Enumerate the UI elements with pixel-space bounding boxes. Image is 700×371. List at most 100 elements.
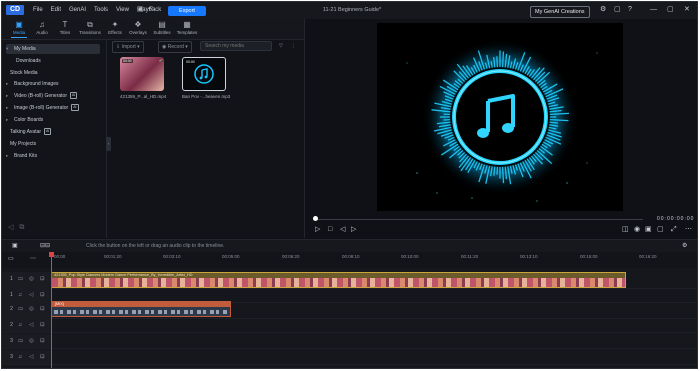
visibility-icon[interactable]: ◎	[29, 337, 34, 345]
sidebar-item-video-generator[interactable]: ▸ Video (B-roll) Generator AI	[6, 91, 100, 101]
ruler-tick: 00:06:20	[282, 254, 300, 259]
tab-overlays[interactable]: ❖ Overlays	[127, 20, 149, 38]
track-header: 1 ♫ ◁ ⊡	[2, 288, 52, 302]
record-button[interactable]: ◉ Record ▾	[158, 41, 192, 53]
ai-badge-icon: AI	[44, 128, 52, 136]
sidebar-add-icon[interactable]: ◁	[8, 224, 13, 231]
more-icon[interactable]: ⋯	[30, 254, 36, 264]
playhead[interactable]	[49, 252, 54, 368]
lock-icon[interactable]: ⊡	[40, 321, 45, 329]
notification-icon[interactable]: ▢	[614, 5, 621, 15]
previous-frame-icon[interactable]: ◁	[340, 225, 345, 235]
lock-icon[interactable]: ⊡	[40, 291, 45, 299]
sidebar-item-my-media[interactable]: ▾ My Media	[6, 44, 100, 54]
sidebar-item-downloads[interactable]: Downloads	[6, 56, 110, 66]
menu-file[interactable]: File	[29, 2, 47, 19]
effects-icon: ✦	[111, 20, 119, 29]
music-icon: ♫	[39, 20, 45, 29]
sidebar-item-brand-kits[interactable]: ▸ Brand Kits	[6, 151, 100, 161]
play-icon[interactable]: ▷	[315, 225, 320, 235]
genai-creations-button[interactable]: My GenAI Creations	[530, 6, 590, 18]
tab-effects[interactable]: ✦ Effects	[104, 20, 126, 38]
overlays-icon: ❖	[134, 20, 142, 29]
timeline-settings-icon[interactable]: ⚙	[682, 241, 687, 251]
ai-badge-icon: AI	[71, 104, 79, 112]
menu-tools[interactable]: Tools	[90, 2, 112, 19]
fullscreen-icon[interactable]: ⤢	[671, 225, 677, 235]
visibility-icon[interactable]: ◎	[29, 305, 34, 313]
sidebar-item-my-projects[interactable]: My Projects	[6, 139, 104, 149]
filter-icon[interactable]: ▽	[276, 41, 286, 51]
tab-transitions[interactable]: ⧉ Transitions	[79, 20, 101, 38]
tab-titles[interactable]: T Titles	[54, 20, 76, 38]
video-clip[interactable]: 421359_Pop Style Dancers Modern Dance Pe…	[51, 272, 626, 288]
volume-icon[interactable]: ◉	[634, 225, 640, 235]
track-header: 3 ♫ ◁ ⊡	[2, 350, 52, 364]
mute-icon[interactable]: ◁	[29, 291, 33, 299]
external-display-icon[interactable]: ▢	[657, 225, 664, 235]
sidebar-item-background-images[interactable]: ▸ Background Images	[6, 79, 100, 89]
visualizer-ray	[496, 56, 499, 68]
menu-edit[interactable]: Edit	[47, 2, 65, 19]
next-frame-icon[interactable]: ▷	[351, 225, 356, 235]
ruler-tick: 00:08:10	[342, 254, 360, 259]
audio-thumbnail: 00:00	[182, 57, 226, 91]
help-icon[interactable]: ?	[628, 5, 632, 15]
snapshot-icon[interactable]: ◫	[622, 225, 629, 235]
track-header: 2 ♫ ◁ ⊡	[2, 318, 52, 332]
lock-icon[interactable]: ⊡	[40, 353, 45, 361]
preview-panel: 00:00:00:00 ▷ □ ◁ ▷ ◫ ◉ ▣ ▢ ⤢ ⋯	[305, 19, 697, 238]
scrubber-handle[interactable]	[313, 216, 318, 221]
visibility-icon[interactable]: ◎	[29, 275, 34, 283]
media-item-video[interactable]: 00:00 ✔ 421359_P...al_HD.mp4	[120, 57, 166, 99]
media-item-audio[interactable]: 00:00 Ban Pov -...heaven.mp3	[182, 57, 230, 99]
preview-more-icon[interactable]: ⋯	[685, 225, 692, 235]
collapse-panel-button[interactable]: ‹	[106, 137, 111, 151]
lock-icon[interactable]: ⊡	[40, 337, 45, 345]
tab-media[interactable]: ▣ Media	[8, 20, 30, 38]
settings-icon[interactable]: ⚙	[600, 5, 606, 15]
menu-genai[interactable]: GenAI	[65, 2, 90, 19]
media-icon: ▣	[15, 20, 23, 29]
stop-icon[interactable]: □	[328, 225, 332, 235]
undo-icon[interactable]: ↶	[148, 5, 154, 15]
sidebar-item-image-generator[interactable]: ▸ Image (B-roll) Generator AI	[6, 103, 100, 113]
tab-templates[interactable]: ▦ Templates	[176, 20, 198, 38]
close-icon[interactable]: ✕	[684, 5, 690, 15]
visualizer-ray	[549, 121, 558, 124]
ruler-tick: 00:10:00	[401, 254, 419, 259]
save-icon[interactable]: ▣	[137, 5, 144, 15]
sidebar-menu-icon[interactable]: ⧉	[19, 224, 24, 231]
tab-subtitles[interactable]: ▤ Subtitles	[151, 20, 173, 38]
export-button[interactable]: Export	[168, 6, 206, 16]
display-quality-icon[interactable]: ▣	[645, 225, 652, 235]
ruler-tick: 00:11:20	[461, 254, 479, 259]
mute-icon[interactable]: ◁	[29, 321, 33, 329]
maximize-icon[interactable]: ▢	[667, 5, 674, 15]
track-audio-2[interactable]: 2 ♫ ◁ ⊡	[2, 318, 697, 333]
search-input[interactable]	[200, 41, 272, 51]
sidebar-item-color-boards[interactable]: ▸ Color Boards	[6, 115, 100, 125]
lock-icon[interactable]: ⊡	[40, 305, 45, 313]
sidebar-item-stock-media[interactable]: Stock Media	[6, 68, 104, 78]
minimize-icon[interactable]: —	[650, 5, 657, 15]
timecode-display: 00:00:00:00	[657, 216, 695, 222]
app-logo: CD	[6, 5, 24, 15]
mute-icon[interactable]: ◁	[29, 353, 33, 361]
split-icon[interactable]: ⊟⊟	[40, 241, 50, 251]
track-manager-icon[interactable]: ▣	[12, 241, 18, 251]
audio-clip[interactable]: [MIX]	[51, 301, 231, 317]
import-button[interactable]: ⇩ Import ▾	[112, 41, 144, 53]
sidebar-item-talking-avatar[interactable]: Talking Avatar AI	[6, 127, 104, 137]
playback-scrubber[interactable]	[313, 219, 643, 220]
track-audio-3[interactable]: 3 ♫ ◁ ⊡	[2, 350, 697, 365]
media-sidebar: ▾ My Media Downloads Stock Media ▸ Backgro…	[2, 40, 107, 238]
track-video-3[interactable]: 3 ▭ ◎ ⊡	[2, 334, 697, 349]
add-track-icon[interactable]: ▭	[8, 254, 14, 264]
more-icon[interactable]: ⋮	[288, 41, 299, 51]
lock-icon[interactable]: ⊡	[40, 275, 45, 283]
media-grid: 00:00 ✔ 421359_P...al_HD.mp4 00:00 Ban P…	[106, 55, 304, 238]
menu-view[interactable]: View	[112, 2, 133, 19]
audio-track-icon: ♫	[18, 292, 23, 298]
tab-audio[interactable]: ♫ Audio	[31, 20, 53, 38]
